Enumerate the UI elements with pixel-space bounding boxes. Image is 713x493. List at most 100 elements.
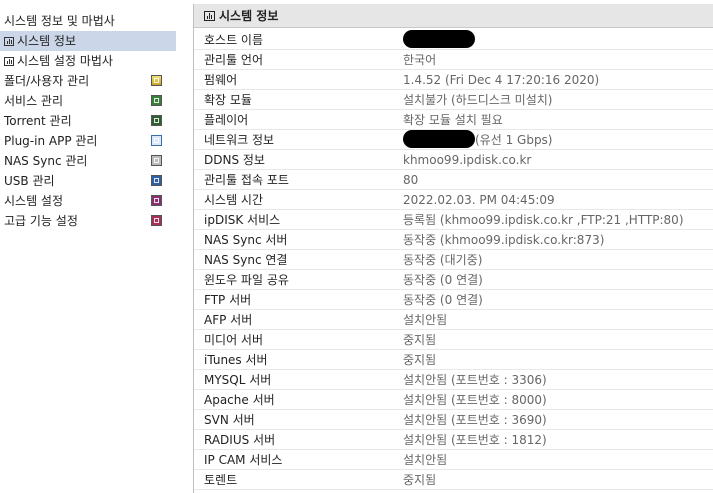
row-label: 관리툴 접속 포트 bbox=[204, 173, 289, 187]
panel-title: 시스템 정보 bbox=[219, 9, 279, 23]
sidebar-item-service[interactable]: 서비스 관리 bbox=[0, 91, 176, 111]
sidebar-item-label: 고급 기능 설정 bbox=[4, 214, 78, 228]
sidebar-item-usb[interactable]: USB 관리 bbox=[0, 171, 176, 191]
row-value: 중지됨 bbox=[403, 473, 437, 487]
row-value: 설치안됨 (포트번호 : 1812) bbox=[403, 433, 547, 447]
info-row: 호스트 이름 bbox=[194, 30, 713, 50]
row-value: 등록됨 (khmoo99.ipdisk.co.kr ,FTP:21 ,HTTP:… bbox=[403, 213, 684, 227]
sidebar-item-label: USB 관리 bbox=[4, 174, 55, 188]
torrent-icon bbox=[151, 115, 162, 126]
row-label: 윈도우 파일 공유 bbox=[204, 273, 289, 287]
redacted-block bbox=[403, 130, 475, 148]
row-label: 미디어 서버 bbox=[204, 333, 264, 347]
row-label: 펌웨어 bbox=[204, 73, 238, 87]
nas-sync-icon bbox=[151, 155, 162, 166]
info-row: SVN 서버 설치안됨 (포트번호 : 3690) bbox=[194, 410, 713, 430]
info-row: FTP 서버 동작중 (0 연결) bbox=[194, 290, 713, 310]
row-value: 확장 모듈 설치 필요 bbox=[403, 113, 503, 127]
sidebar-item-label: 폴더/사용자 관리 bbox=[4, 74, 90, 88]
sidebar-item-label: NAS Sync 관리 bbox=[4, 154, 88, 168]
info-row: ipDISK 서비스 등록됨 (khmoo99.ipdisk.co.kr ,FT… bbox=[194, 210, 713, 230]
row-value: (유선 1 Gbps) bbox=[403, 130, 553, 150]
row-label: 플레이어 bbox=[204, 113, 249, 127]
info-row: 윈도우 파일 공유 동작중 (0 연결) bbox=[194, 270, 713, 290]
system-settings-icon bbox=[151, 195, 162, 206]
row-label: MYSQL 서버 bbox=[204, 373, 272, 387]
info-row: 펌웨어 1.4.52 (Fri Dec 4 17:20:16 2020) bbox=[194, 70, 713, 90]
info-row: DDNS 정보 khmoo99.ipdisk.co.kr bbox=[194, 150, 713, 170]
row-label: 토렌트 bbox=[204, 473, 238, 487]
row-value: 설치안됨 bbox=[403, 313, 448, 327]
advanced-settings-icon bbox=[151, 215, 162, 226]
row-value: 동작중 (대기중) bbox=[403, 253, 483, 267]
row-label: 관리툴 언어 bbox=[204, 53, 264, 67]
redacted-block bbox=[403, 30, 475, 48]
row-value: 1.4.52 (Fri Dec 4 17:20:16 2020) bbox=[403, 73, 600, 87]
row-label: ipDISK 서비스 bbox=[204, 213, 281, 227]
info-row: 시스템 시간 2022.02.03. PM 04:45:09 bbox=[194, 190, 713, 210]
row-label: 네트워크 정보 bbox=[204, 133, 275, 147]
sidebar-item-system-info-and-wizard[interactable]: 시스템 정보 및 마법사 bbox=[0, 11, 176, 31]
sidebar-item-system-info[interactable]: 시스템 정보 bbox=[0, 31, 176, 51]
sidebar-item-folder-user[interactable]: 폴더/사용자 관리 bbox=[0, 71, 176, 91]
info-row: MYSQL 서버 설치안됨 (포트번호 : 3306) bbox=[194, 370, 713, 390]
info-row: RADIUS 서버 설치안됨 (포트번호 : 1812) bbox=[194, 430, 713, 450]
row-value: 동작중 (0 연결) bbox=[403, 293, 483, 307]
info-row: IP CAM 서비스 설치안됨 bbox=[194, 450, 713, 470]
chart-icon bbox=[4, 57, 14, 66]
network-speed: (유선 1 Gbps) bbox=[475, 133, 553, 147]
sidebar-item-label: Torrent 관리 bbox=[4, 114, 72, 128]
row-value: 설치안됨 (포트번호 : 8000) bbox=[403, 393, 547, 407]
plugin-icon bbox=[151, 135, 162, 146]
row-label: 시스템 시간 bbox=[204, 193, 264, 207]
row-label: iTunes 서버 bbox=[204, 353, 268, 367]
row-label: AFP 서버 bbox=[204, 313, 253, 327]
sidebar-item-setup-wizard[interactable]: 시스템 설정 마법사 bbox=[0, 51, 176, 71]
row-label: NAS Sync 연결 bbox=[204, 253, 288, 267]
row-value: khmoo99.ipdisk.co.kr bbox=[403, 153, 532, 167]
row-value: 80 bbox=[403, 173, 419, 187]
sidebar-item-nas-sync[interactable]: NAS Sync 관리 bbox=[0, 151, 176, 171]
info-row: 플레이어 확장 모듈 설치 필요 bbox=[194, 110, 713, 130]
info-row: Apache 서버 설치안됨 (포트번호 : 8000) bbox=[194, 390, 713, 410]
row-value bbox=[403, 30, 475, 50]
row-value: 설치안됨 bbox=[403, 453, 448, 467]
sidebar-item-torrent[interactable]: Torrent 관리 bbox=[0, 111, 176, 131]
row-label: Apache 서버 bbox=[204, 393, 275, 407]
info-row: iTunes 서버 중지됨 bbox=[194, 350, 713, 370]
row-label: RADIUS 서버 bbox=[204, 433, 276, 447]
sidebar-item-label: Plug-in APP 관리 bbox=[4, 134, 98, 148]
system-info-panel: 시스템 정보 호스트 이름 관리툴 언어 한국어 펌웨어 1.4.52 (Fri… bbox=[193, 4, 713, 493]
info-row: NAS Sync 연결 동작중 (대기중) bbox=[194, 250, 713, 270]
sidebar-item-plugin-app[interactable]: Plug-in APP 관리 bbox=[0, 131, 176, 151]
row-label: NAS Sync 서버 bbox=[204, 233, 288, 247]
info-row: 네트워크 정보 (유선 1 Gbps) bbox=[194, 130, 713, 150]
row-value: 동작중 (0 연결) bbox=[403, 273, 483, 287]
info-row: NAS Sync 서버 동작중 (khmoo99.ipdisk.co.kr:87… bbox=[194, 230, 713, 250]
panel-header: 시스템 정보 bbox=[194, 4, 713, 28]
info-row: 토렌트 중지됨 bbox=[194, 470, 713, 490]
sidebar-item-label: 시스템 정보 및 마법사 bbox=[4, 14, 115, 28]
sidebar-item-label: 서비스 관리 bbox=[4, 94, 64, 108]
sidebar-item-label: 시스템 정보 bbox=[17, 34, 77, 48]
info-row: 관리툴 언어 한국어 bbox=[194, 50, 713, 70]
row-value: 한국어 bbox=[403, 53, 437, 67]
row-value: 2022.02.03. PM 04:45:09 bbox=[403, 193, 555, 207]
chart-icon bbox=[4, 37, 14, 46]
info-row: 관리툴 접속 포트 80 bbox=[194, 170, 713, 190]
service-icon bbox=[151, 95, 162, 106]
row-value: 설치불가 (하드디스크 미설치) bbox=[403, 93, 553, 107]
usb-icon bbox=[151, 175, 162, 186]
row-value: 설치안됨 (포트번호 : 3690) bbox=[403, 413, 547, 427]
row-label: DDNS 정보 bbox=[204, 153, 265, 167]
row-value: 중지됨 bbox=[403, 353, 437, 367]
sidebar-item-label: 시스템 설정 마법사 bbox=[17, 54, 113, 68]
sidebar-item-system-settings[interactable]: 시스템 설정 bbox=[0, 191, 176, 211]
row-label: IP CAM 서비스 bbox=[204, 453, 283, 467]
row-label: 호스트 이름 bbox=[204, 33, 264, 47]
row-label: 확장 모듈 bbox=[204, 93, 252, 107]
row-value: 중지됨 bbox=[403, 333, 437, 347]
info-row: 확장 모듈 설치불가 (하드디스크 미설치) bbox=[194, 90, 713, 110]
sidebar-item-label: 시스템 설정 bbox=[4, 194, 64, 208]
sidebar-item-advanced[interactable]: 고급 기능 설정 bbox=[0, 211, 176, 231]
